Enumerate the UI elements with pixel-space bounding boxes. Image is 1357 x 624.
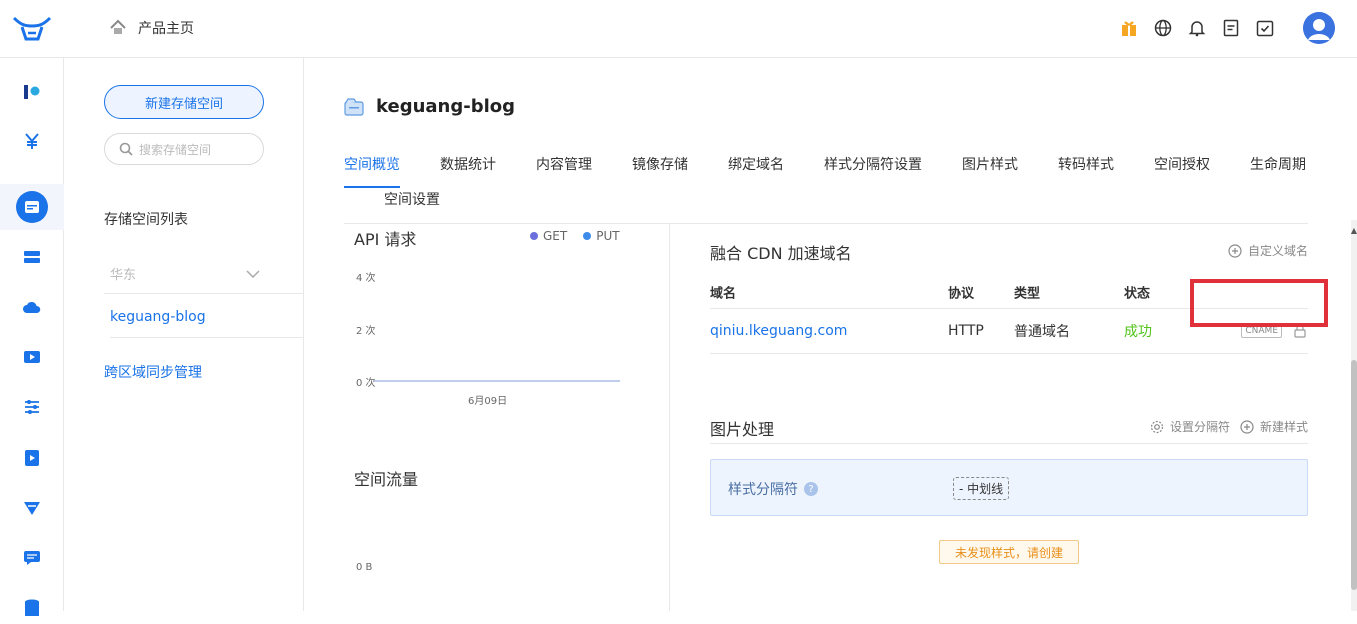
filter-icon[interactable] bbox=[16, 492, 48, 524]
tab-domain[interactable]: 绑定域名 bbox=[728, 154, 784, 190]
tab-image-style[interactable]: 图片样式 bbox=[962, 154, 1018, 190]
tab-settings[interactable]: 空间设置 bbox=[384, 189, 440, 225]
search-icon bbox=[119, 142, 133, 156]
kodo-logo-icon[interactable] bbox=[16, 76, 48, 108]
new-bucket-button[interactable]: 新建存储空间 bbox=[104, 85, 264, 119]
gear-icon bbox=[1150, 420, 1164, 433]
server-icon[interactable] bbox=[16, 241, 48, 273]
tab-mirror[interactable]: 镜像存储 bbox=[632, 154, 688, 190]
home-icon bbox=[110, 19, 126, 34]
api-chart-legend: GET PUT bbox=[530, 229, 620, 243]
image-processing-title: 图片处理 bbox=[710, 420, 775, 439]
storage-icon[interactable] bbox=[16, 191, 48, 223]
product-home-link[interactable]: 产品主页 bbox=[108, 18, 194, 38]
cross-region-sync-link[interactable]: 跨区域同步管理 bbox=[104, 362, 202, 382]
custom-domain-button[interactable]: 自定义域名 bbox=[1228, 242, 1308, 259]
tab-lifecycle[interactable]: 生命周期 bbox=[1250, 154, 1306, 190]
active-tab-indicator bbox=[344, 186, 400, 188]
bucket-main: keguang-blog 空间概览 数据统计 内容管理 镜像存储 绑定域名 样式… bbox=[304, 58, 1357, 611]
bucket-list-title: 存储空间列表 bbox=[104, 212, 188, 228]
tab-overview[interactable]: 空间概览 bbox=[344, 154, 400, 190]
x-tick-label: 6月09日 bbox=[468, 396, 508, 407]
tab-authorization[interactable]: 空间授权 bbox=[1154, 154, 1210, 190]
api-chart-plot bbox=[374, 380, 620, 382]
globe-icon[interactable] bbox=[1153, 18, 1173, 38]
col-domain: 域名 bbox=[710, 286, 737, 301]
bucket-item-keguang-blog[interactable]: keguang-blog bbox=[110, 296, 304, 338]
legend-get-label: GET bbox=[543, 229, 568, 243]
cloud-icon[interactable] bbox=[16, 291, 48, 323]
empty-style-hint: 未发现样式，请创建 bbox=[939, 540, 1079, 564]
gift-icon[interactable] bbox=[1119, 18, 1139, 38]
top-bar: 产品主页 bbox=[0, 0, 1357, 58]
cdn-section-title: 融合 CDN 加速域名 bbox=[710, 244, 852, 263]
new-style-button[interactable]: 新建样式 bbox=[1240, 418, 1308, 435]
help-icon[interactable]: ? bbox=[804, 482, 818, 496]
database-icon[interactable] bbox=[16, 592, 48, 624]
region-dropdown[interactable]: 华东 bbox=[104, 254, 304, 294]
custom-domain-label: 自定义域名 bbox=[1247, 244, 1308, 258]
tab-statistics[interactable]: 数据统计 bbox=[440, 154, 496, 190]
chevron-down-icon bbox=[246, 269, 260, 278]
left-icon-rail bbox=[0, 58, 64, 616]
new-style-label: 新建样式 bbox=[1259, 420, 1308, 434]
separator-label-group: 样式分隔符 ? bbox=[728, 479, 818, 499]
bucket-header: keguang-blog bbox=[344, 96, 515, 117]
separator-panel: 样式分隔符 ? - 中划线 bbox=[710, 459, 1308, 516]
separator-value-tag: - 中划线 bbox=[953, 477, 1010, 500]
set-separator-button[interactable]: 设置分隔符 bbox=[1150, 418, 1230, 435]
add-circle-icon bbox=[1228, 243, 1242, 258]
region-label: 华东 bbox=[110, 268, 137, 283]
tab-transcode[interactable]: 转码样式 bbox=[1058, 154, 1114, 190]
task-check-icon[interactable] bbox=[1255, 18, 1275, 38]
bucket-title: keguang-blog bbox=[376, 96, 516, 117]
legend-put-label: PUT bbox=[596, 229, 620, 243]
legend-get[interactable]: GET bbox=[530, 229, 567, 243]
api-chart-title: API 请求 bbox=[354, 230, 417, 249]
col-type: 类型 bbox=[1014, 286, 1041, 301]
traffic-chart-title: 空间流量 bbox=[354, 470, 419, 489]
scrollbar-thumb[interactable] bbox=[1351, 360, 1357, 590]
type-value: 普通域名 bbox=[1014, 324, 1070, 340]
separator-label: 样式分隔符 bbox=[728, 482, 798, 498]
tab-style-separator[interactable]: 样式分隔符设置 bbox=[824, 154, 922, 190]
qiniu-logo-icon[interactable] bbox=[12, 14, 52, 44]
search-placeholder: 搜索存储空间 bbox=[139, 142, 212, 157]
add-circle-icon bbox=[1240, 419, 1254, 434]
y-tick-label: 2 次 bbox=[356, 326, 376, 337]
scroll-up-arrow-icon[interactable]: ▲ bbox=[1351, 226, 1357, 235]
protocol-value: HTTP bbox=[948, 323, 984, 339]
document-icon[interactable] bbox=[1221, 18, 1241, 38]
sliders-icon[interactable] bbox=[16, 391, 48, 423]
col-status: 状态 bbox=[1124, 286, 1151, 301]
highlight-box bbox=[1190, 279, 1328, 327]
user-avatar[interactable] bbox=[1303, 12, 1335, 44]
bucket-sidebar: 新建存储空间 搜索存储空间 存储空间列表 华东 keguang-blog 跨区域… bbox=[64, 58, 304, 611]
media-icon[interactable] bbox=[16, 442, 48, 474]
bucket-search-input[interactable]: 搜索存储空间 bbox=[104, 133, 264, 165]
page-scrollbar[interactable] bbox=[1351, 220, 1357, 611]
tab-content[interactable]: 内容管理 bbox=[536, 154, 592, 190]
yuan-icon[interactable] bbox=[16, 125, 48, 157]
bucket-icon bbox=[344, 97, 364, 116]
legend-put[interactable]: PUT bbox=[583, 229, 620, 243]
message-icon[interactable] bbox=[16, 542, 48, 574]
status-badge: 成功 bbox=[1124, 324, 1152, 340]
bell-icon[interactable] bbox=[1187, 18, 1207, 38]
charts-column: API 请求 GET PUT 4 次 2 次 0 次 6月09日 空间流量 0 … bbox=[344, 223, 670, 611]
y-tick-label: 4 次 bbox=[356, 273, 376, 284]
y-tick-label: 0 次 bbox=[356, 378, 376, 389]
set-separator-label: 设置分隔符 bbox=[1169, 420, 1230, 434]
col-protocol: 协议 bbox=[948, 286, 975, 301]
video-icon[interactable] bbox=[16, 341, 48, 373]
product-home-label: 产品主页 bbox=[138, 21, 194, 37]
domain-link[interactable]: qiniu.lkeguang.com bbox=[710, 323, 847, 339]
y-tick-label: 0 B bbox=[356, 562, 373, 573]
